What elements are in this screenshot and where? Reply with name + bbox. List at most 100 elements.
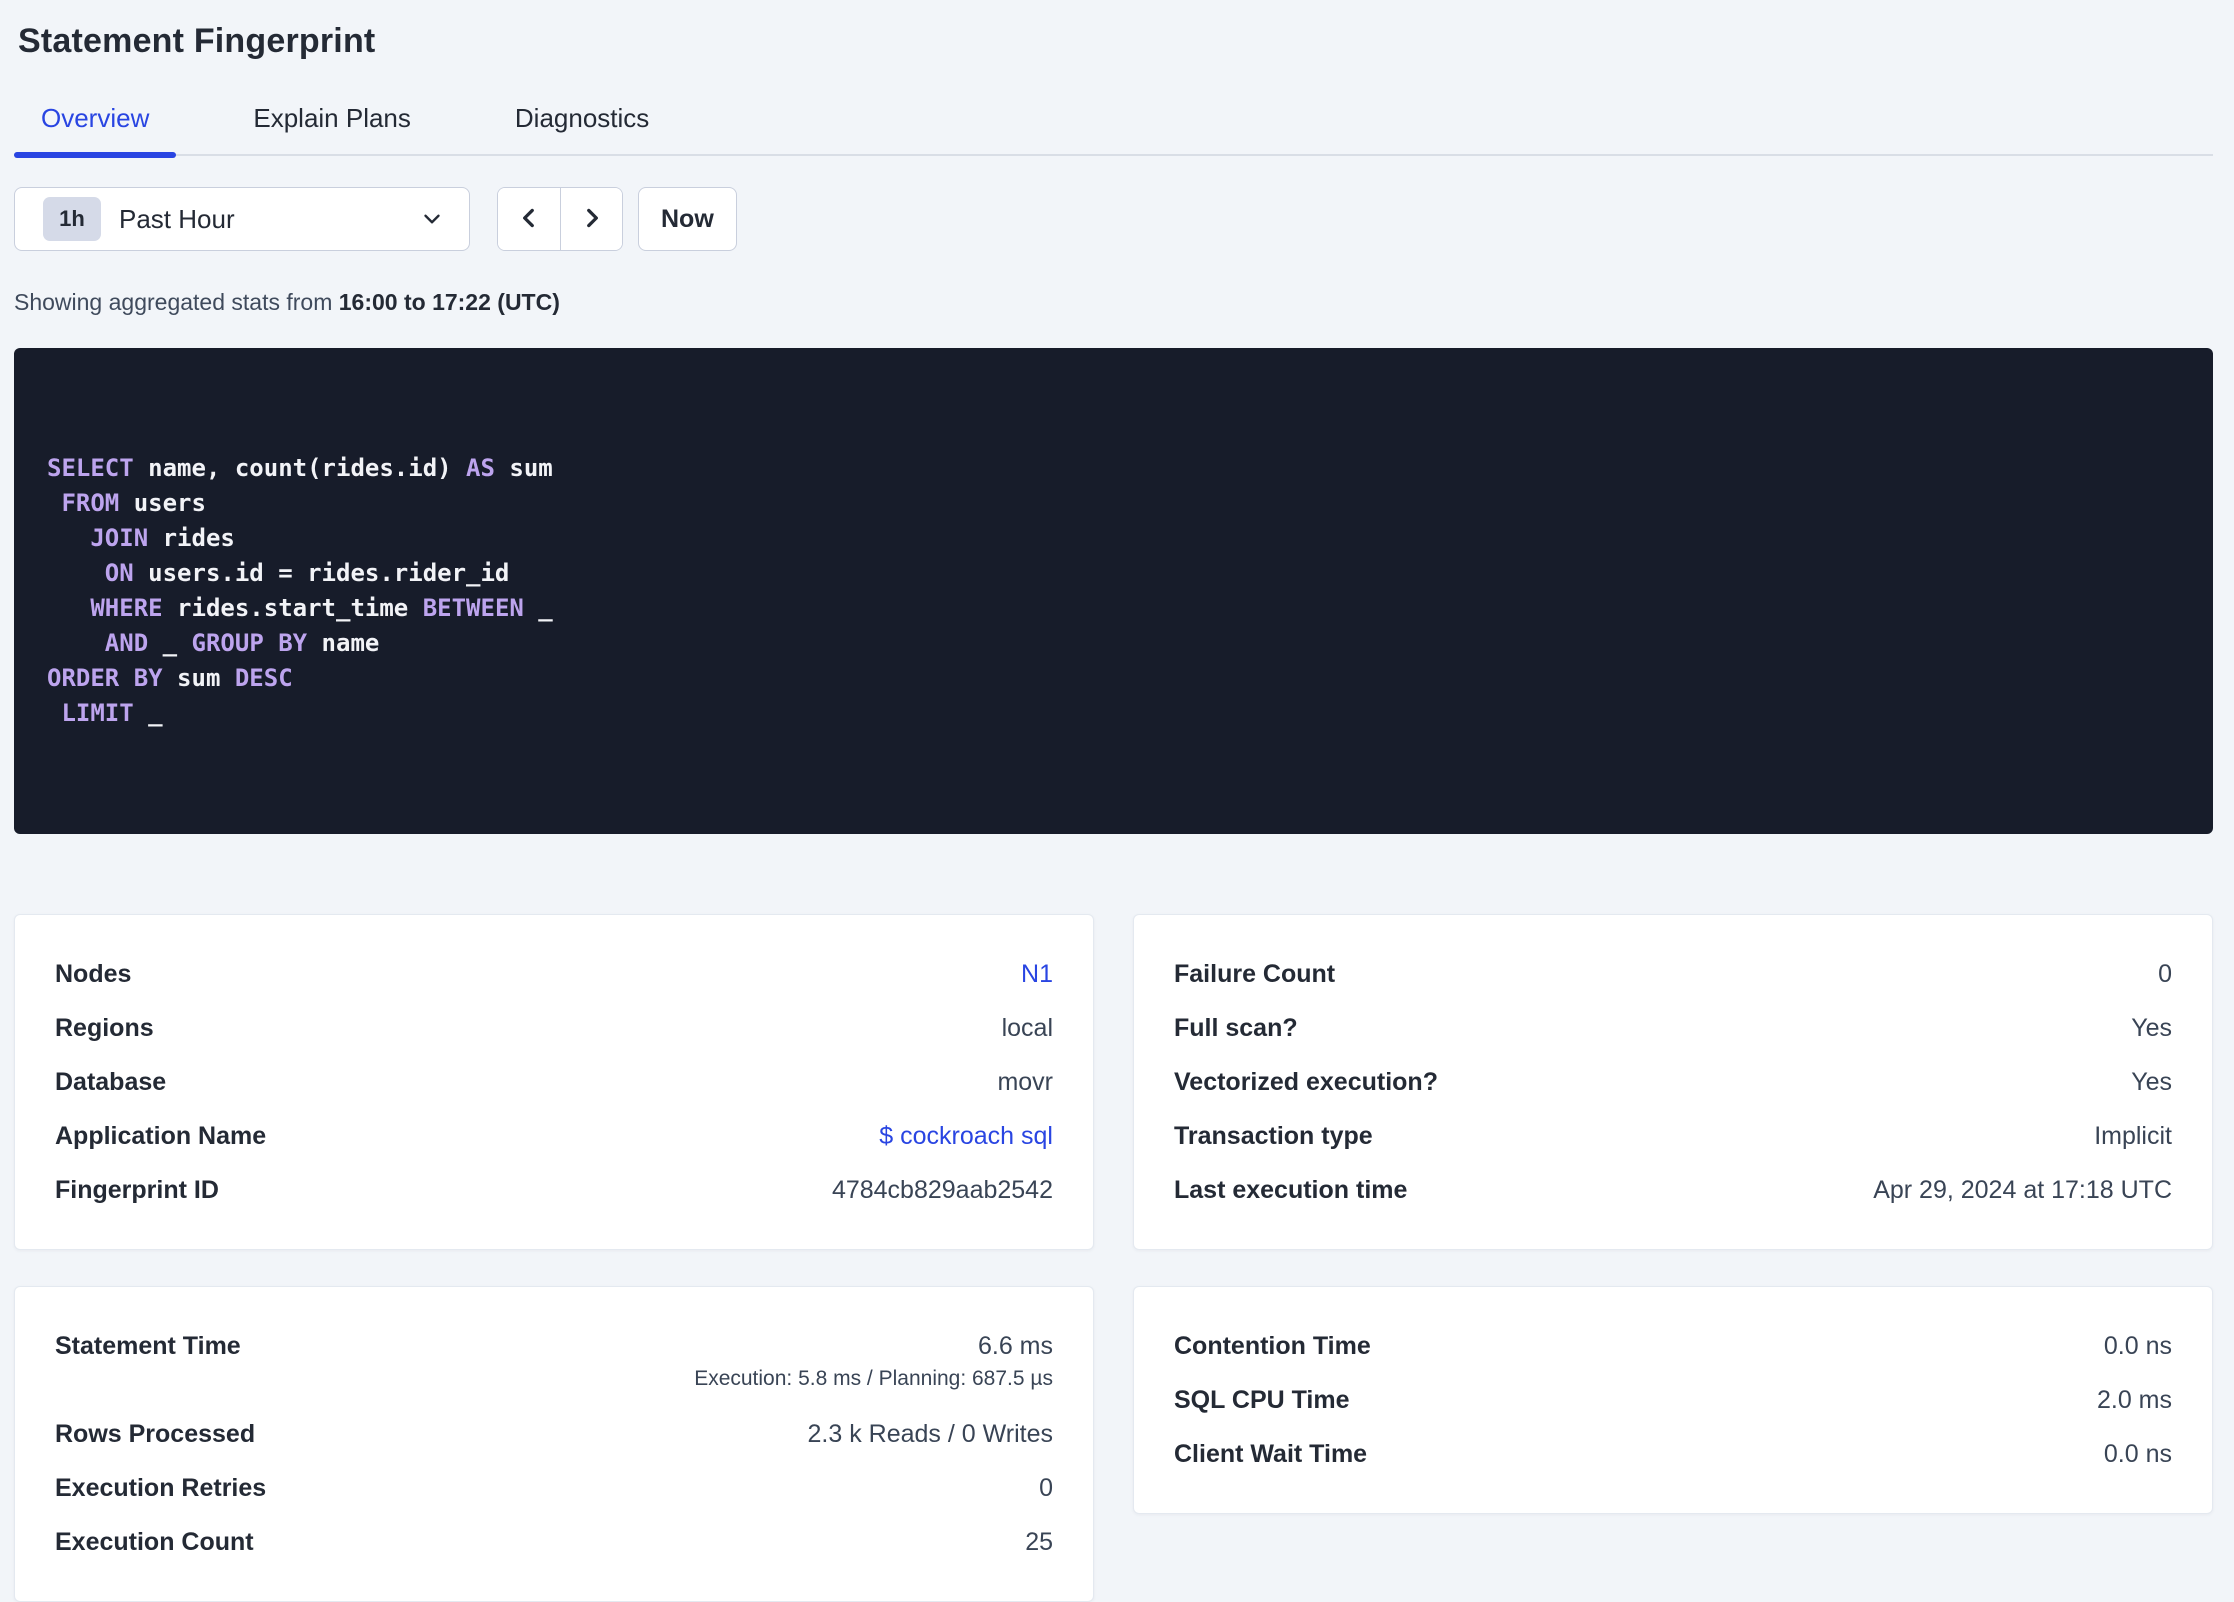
statement-fingerprint-page: Statement Fingerprint Overview Explain P…	[14, 22, 2213, 1602]
sql-text: _	[523, 594, 553, 622]
sql-line: ON users.id = rides.rider_id	[47, 556, 2180, 591]
stat-label: Fingerprint ID	[55, 1175, 219, 1204]
sql-text: users.id = rides.rider_id	[133, 559, 510, 587]
stat-label: Application Name	[55, 1121, 267, 1150]
stat-label: SQL CPU Time	[1174, 1385, 1350, 1414]
sql-line: FROM users	[47, 486, 2180, 521]
time-range-label: Past Hour	[119, 203, 235, 234]
stat-value: Yes	[2131, 1013, 2172, 1042]
aggregated-stats-prefix: Showing aggregated stats from	[14, 289, 339, 315]
tab-explain-plans[interactable]: Explain Plans	[226, 103, 438, 154]
stat-value: Implicit	[2094, 1121, 2172, 1150]
stat-value-link[interactable]: $ cockroach sql	[879, 1122, 1053, 1151]
stat-value: 25	[1025, 1527, 1053, 1556]
sql-keyword: BETWEEN	[422, 594, 524, 622]
stat-row: Application Name $ cockroach sql	[55, 1109, 1053, 1163]
stat-row: Rows Processed 2.3 k Reads / 0 Writes	[55, 1407, 1053, 1461]
chevron-left-icon	[516, 205, 542, 234]
stat-label: Execution Count	[55, 1527, 254, 1556]
stat-label: Contention Time	[1174, 1331, 1371, 1360]
tab-overview[interactable]: Overview	[14, 103, 177, 158]
stat-value: 0	[1039, 1473, 1053, 1502]
stat-label: Full scan?	[1174, 1013, 1298, 1042]
stat-value: 0.0 ns	[2103, 1331, 2172, 1360]
card-statement-details: Nodes N1 Regions local Database movr Applicati…	[14, 914, 1094, 1250]
stat-value-wrap: 2.0 ms	[2097, 1386, 2172, 1415]
stat-value-link[interactable]: N1	[1021, 960, 1053, 989]
stat-row: Regions local	[55, 1001, 1053, 1055]
sql-keyword: DESC	[234, 664, 293, 692]
stat-value-wrap: Yes	[2131, 1068, 2172, 1097]
sql-keyword: ORDER BY	[47, 664, 163, 692]
now-button[interactable]: Now	[638, 187, 737, 251]
sql-text: sum	[494, 454, 553, 482]
stat-row: SQL CPU Time 2.0 ms	[1174, 1373, 2172, 1427]
stat-label: Last execution time	[1174, 1175, 1408, 1204]
stat-value-wrap: local	[1002, 1014, 1053, 1043]
sql-keyword: GROUP BY	[191, 629, 308, 657]
stat-value: 6.6 ms	[977, 1332, 1053, 1360]
stat-row: Execution Retries 0	[55, 1461, 1053, 1515]
time-range-select[interactable]: 1h Past Hour	[14, 187, 470, 251]
sql-keyword: WHERE	[90, 594, 163, 622]
stat-label: Statement Time	[55, 1332, 241, 1360]
next-interval-button[interactable]	[560, 188, 622, 250]
stat-row: Failure Count 0	[1174, 947, 2172, 1001]
stat-row: Transaction type Implicit	[1174, 1109, 2172, 1163]
stat-label: Regions	[55, 1013, 154, 1042]
stat-value: local	[1001, 1013, 1053, 1042]
tab-diagnostics[interactable]: Diagnostics	[488, 103, 676, 154]
stat-value-wrap: 2.3 k Reads / 0 Writes	[808, 1420, 1053, 1449]
stat-value-wrap: Yes	[2131, 1014, 2172, 1043]
card-statement-time: Statement Time 6.6 ms Execution: 5.8 ms / …	[14, 1286, 1094, 1602]
stat-label: Rows Processed	[55, 1419, 256, 1448]
stat-value: 4784cb829aab2542	[831, 1175, 1053, 1204]
stat-label: Nodes	[55, 959, 132, 988]
stat-row: Vectorized execution? Yes	[1174, 1055, 2172, 1109]
sql-line: ORDER BY sum DESC	[47, 661, 2180, 696]
stat-value-wrap: 25	[1025, 1528, 1053, 1557]
stat-label: Transaction type	[1174, 1121, 1373, 1150]
aggregated-stats-range: 16:00 to 17:22 (UTC)	[338, 289, 560, 315]
sql-code: SELECT name, count(rides.id) AS sum FROM…	[47, 451, 2180, 731]
sql-text: sum	[162, 664, 235, 692]
previous-interval-button[interactable]	[498, 188, 560, 250]
stat-value-wrap: Implicit	[2094, 1122, 2172, 1151]
sql-line: LIMIT _	[47, 696, 2180, 731]
sql-keyword: SELECT	[47, 454, 134, 482]
stat-label: Failure Count	[1174, 959, 1336, 988]
stat-value-wrap: 0.0 ns	[2104, 1332, 2172, 1361]
stat-row: Last execution time Apr 29, 2024 at 17:18…	[1174, 1163, 2172, 1217]
sql-statement-box: SELECT name, count(rides.id) AS sum FROM…	[14, 348, 2213, 834]
sql-text: name, count(rides.id)	[133, 454, 467, 482]
sql-keyword: LIMIT	[61, 699, 134, 727]
stat-value: 0	[2158, 959, 2172, 988]
stat-row: Database movr	[55, 1055, 1053, 1109]
sql-text: rides	[148, 524, 235, 552]
chevron-down-icon	[419, 206, 445, 232]
page-title: Statement Fingerprint	[18, 22, 376, 60]
stat-value: 2.0 ms	[2096, 1385, 2172, 1414]
sql-line: WHERE rides.start_time BETWEEN _	[47, 591, 2180, 626]
sql-text: rides.start_time	[162, 594, 423, 622]
stat-value-wrap: 0	[1039, 1474, 1053, 1503]
stat-value-wrap: 6.6 ms Execution: 5.8 ms / Planning: 687.…	[694, 1319, 1053, 1391]
sql-keyword: JOIN	[90, 524, 149, 552]
stat-value: movr	[997, 1067, 1053, 1096]
stat-row: Full scan? Yes	[1174, 1001, 2172, 1055]
stat-value: 0.0 ns	[2103, 1439, 2172, 1468]
sql-text: _	[148, 629, 192, 657]
sql-keyword: AS	[466, 454, 495, 482]
sql-line: SELECT name, count(rides.id) AS sum	[47, 451, 2180, 486]
stat-value-wrap: 0.0 ns	[2104, 1440, 2172, 1469]
stat-row: Contention Time 0.0 ns	[1174, 1319, 2172, 1373]
time-range-badge: 1h	[43, 197, 101, 241]
stat-label: Vectorized execution?	[1174, 1067, 1438, 1096]
time-controls: 1h Past Hour Now	[14, 187, 2213, 251]
sql-keyword: ON	[104, 559, 134, 587]
card-execution-attributes: Failure Count 0 Full scan? Yes Vectorized ex…	[1133, 914, 2213, 1250]
